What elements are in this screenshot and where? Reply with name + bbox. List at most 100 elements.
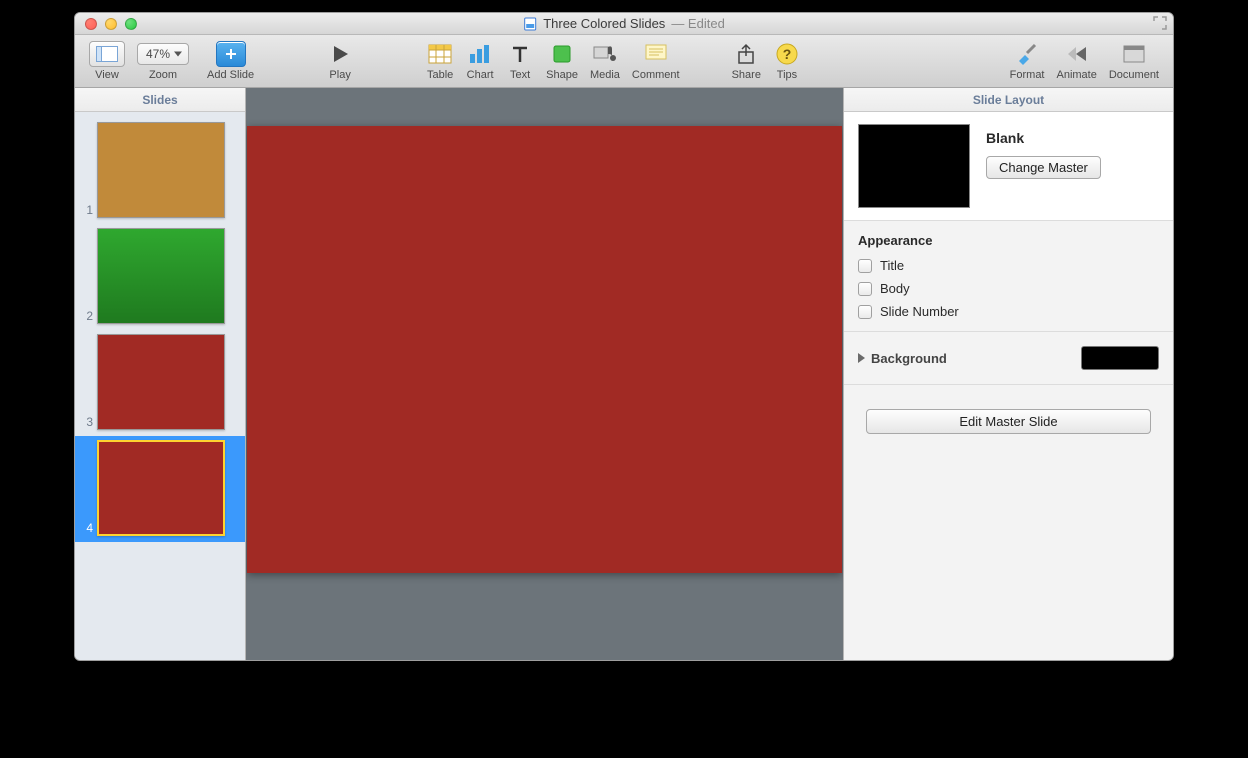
zoom-button[interactable]: 47% Zoom bbox=[131, 41, 195, 81]
slide-number: 2 bbox=[83, 309, 93, 323]
view-label: View bbox=[95, 69, 119, 81]
tips-label: Tips bbox=[777, 69, 797, 81]
slide-number: 3 bbox=[83, 415, 93, 429]
inspector-header: Slide Layout bbox=[844, 88, 1173, 112]
doc-title-text: Three Colored Slides bbox=[543, 16, 665, 31]
traffic-lights bbox=[75, 18, 137, 30]
thumb bbox=[97, 228, 225, 324]
shape-icon bbox=[552, 41, 572, 67]
shape-button[interactable]: Shape bbox=[540, 41, 584, 81]
thumb bbox=[97, 440, 225, 536]
format-button[interactable]: Format bbox=[1004, 41, 1051, 81]
current-slide[interactable] bbox=[247, 126, 842, 573]
zoom-label: Zoom bbox=[149, 69, 177, 81]
content-area: Slides 1 2 3 4 bbox=[75, 88, 1173, 660]
shape-label: Shape bbox=[546, 69, 578, 81]
edit-master-section: Edit Master Slide bbox=[844, 385, 1173, 458]
titlebar: Three Colored Slides — Edited bbox=[75, 13, 1173, 35]
title-checkbox-label: Title bbox=[880, 258, 904, 273]
document-label: Document bbox=[1109, 69, 1159, 81]
table-label: Table bbox=[427, 69, 453, 81]
master-section: Blank Change Master bbox=[844, 112, 1173, 221]
table-button[interactable]: Table bbox=[420, 41, 460, 81]
background-label: Background bbox=[871, 351, 947, 366]
checkbox-icon[interactable] bbox=[858, 259, 872, 273]
edited-label: — Edited bbox=[671, 16, 724, 31]
play-label: Play bbox=[329, 69, 350, 81]
maximize-window-button[interactable] bbox=[125, 18, 137, 30]
share-button[interactable]: Share bbox=[726, 41, 767, 81]
thumb bbox=[97, 334, 225, 430]
zoom-value[interactable]: 47% bbox=[137, 43, 189, 65]
play-button[interactable]: Play bbox=[320, 41, 360, 81]
share-label: Share bbox=[732, 69, 761, 81]
plus-icon bbox=[216, 41, 246, 67]
minimize-window-button[interactable] bbox=[105, 18, 117, 30]
background-row[interactable]: Background bbox=[844, 332, 1173, 385]
media-button[interactable]: Media bbox=[584, 41, 626, 81]
tips-button[interactable]: ? Tips bbox=[767, 41, 807, 81]
slide-number: 1 bbox=[83, 203, 93, 217]
comment-button[interactable]: Comment bbox=[626, 41, 686, 81]
animate-icon bbox=[1064, 41, 1090, 67]
body-checkbox-label: Body bbox=[880, 281, 910, 296]
svg-text:?: ? bbox=[783, 46, 792, 62]
tips-icon: ? bbox=[776, 41, 798, 67]
edit-master-button[interactable]: Edit Master Slide bbox=[866, 409, 1151, 434]
slide-number: 4 bbox=[83, 521, 93, 535]
slide-thumbnail-1[interactable]: 1 bbox=[75, 118, 245, 224]
fullscreen-icon[interactable] bbox=[1153, 16, 1167, 33]
background-color-well[interactable] bbox=[1081, 346, 1159, 370]
disclosure-triangle-icon[interactable] bbox=[858, 353, 865, 363]
appearance-section: Appearance Title Body Slide Number bbox=[844, 221, 1173, 332]
inspector-panel: Slide Layout Blank Change Master Appeara… bbox=[843, 88, 1173, 660]
inspector-body: Blank Change Master Appearance Title Bod… bbox=[844, 112, 1173, 660]
slide-list[interactable]: 1 2 3 4 bbox=[75, 112, 245, 660]
format-icon bbox=[1015, 41, 1039, 67]
appearance-title: Appearance bbox=[858, 233, 1159, 248]
comment-label: Comment bbox=[632, 69, 680, 81]
text-label: Text bbox=[510, 69, 530, 81]
text-button[interactable]: Text bbox=[500, 41, 540, 81]
window-title: Three Colored Slides — Edited bbox=[523, 16, 725, 31]
title-checkbox-row[interactable]: Title bbox=[858, 258, 1159, 273]
view-button[interactable]: View bbox=[83, 41, 131, 81]
add-slide-label: Add Slide bbox=[207, 69, 254, 81]
toolbar: View 47% Zoom Add Slide Play bbox=[75, 35, 1173, 88]
thumb bbox=[97, 122, 225, 218]
play-icon bbox=[328, 41, 352, 67]
slide-thumbnail-3[interactable]: 3 bbox=[75, 330, 245, 436]
slide-number-checkbox-row[interactable]: Slide Number bbox=[858, 304, 1159, 319]
checkbox-icon[interactable] bbox=[858, 282, 872, 296]
body-checkbox-row[interactable]: Body bbox=[858, 281, 1159, 296]
checkbox-icon[interactable] bbox=[858, 305, 872, 319]
slide-thumbnail-2[interactable]: 2 bbox=[75, 224, 245, 330]
slide-thumbnail-4[interactable]: 4 bbox=[75, 436, 245, 542]
slides-sidebar: Slides 1 2 3 4 bbox=[75, 88, 246, 660]
format-label: Format bbox=[1010, 69, 1045, 81]
document-icon bbox=[523, 17, 537, 31]
view-icon bbox=[89, 41, 125, 67]
add-slide-button[interactable]: Add Slide bbox=[201, 41, 260, 81]
canvas-area[interactable] bbox=[246, 88, 843, 660]
slides-header: Slides bbox=[75, 88, 245, 112]
animate-button[interactable]: Animate bbox=[1051, 41, 1103, 81]
document-icon-tool bbox=[1123, 41, 1145, 67]
change-master-button[interactable]: Change Master bbox=[986, 156, 1101, 179]
close-window-button[interactable] bbox=[85, 18, 97, 30]
slide-number-checkbox-label: Slide Number bbox=[880, 304, 959, 319]
master-thumbnail[interactable] bbox=[858, 124, 970, 208]
share-icon bbox=[736, 41, 756, 67]
comment-icon bbox=[645, 41, 667, 67]
table-icon bbox=[428, 41, 452, 67]
chart-icon bbox=[468, 41, 492, 67]
animate-label: Animate bbox=[1057, 69, 1097, 81]
app-window: Three Colored Slides — Edited View 47% Z… bbox=[74, 12, 1174, 661]
document-button[interactable]: Document bbox=[1103, 41, 1165, 81]
chart-button[interactable]: Chart bbox=[460, 41, 500, 81]
master-name: Blank bbox=[986, 130, 1159, 146]
text-icon bbox=[510, 41, 530, 67]
media-label: Media bbox=[590, 69, 620, 81]
media-icon bbox=[593, 41, 617, 67]
chart-label: Chart bbox=[467, 69, 494, 81]
